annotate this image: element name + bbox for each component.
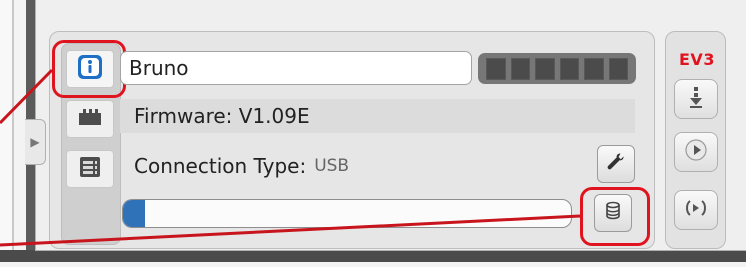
bottom-border-bar (0, 250, 746, 262)
download-button[interactable] (674, 79, 718, 119)
battery-cell (608, 57, 628, 80)
collapse-toggle-button[interactable]: ▶ (25, 119, 46, 165)
list-icon (76, 153, 104, 185)
memory-usage-bar (122, 199, 572, 228)
run-selected-icon (682, 196, 710, 224)
play-icon (684, 138, 708, 166)
brick-name-field[interactable]: Bruno (120, 51, 472, 85)
wireless-setup-button[interactable] (597, 145, 635, 183)
memory-usage-fill (123, 200, 146, 227)
left-workspace-edge (0, 0, 14, 262)
battery-cell (584, 57, 604, 80)
memory-button-callout-outline (580, 187, 650, 246)
download-icon (686, 85, 706, 113)
run-selected-button[interactable] (674, 190, 718, 230)
info-tab-callout-outline (52, 40, 126, 98)
ports-icon (75, 105, 105, 133)
brick-information-panel: ▶ Bruno Firmware: V1.09E Connection Type… (0, 0, 746, 267)
connection-type-label: Connection Type: (134, 154, 307, 178)
firmware-version-label: Firmware: V1.09E (134, 104, 310, 128)
battery-cell (535, 57, 555, 80)
battery-cell (559, 57, 579, 80)
chevron-right-icon: ▶ (30, 135, 40, 149)
wrench-icon (605, 151, 627, 177)
connection-type-row: Connection Type: USB (134, 147, 564, 185)
battery-level-meter (478, 53, 636, 84)
brick-name-value: Bruno (129, 56, 189, 80)
download-and-run-button[interactable] (674, 132, 718, 172)
tab-available-bricks[interactable] (66, 150, 114, 188)
connection-type-value: USB (314, 156, 350, 176)
tab-port-view[interactable] (66, 100, 114, 138)
firmware-version-row: Firmware: V1.09E (120, 99, 635, 133)
battery-cell (486, 57, 506, 80)
battery-cell (510, 57, 530, 80)
ev3-logo: EV3 (679, 50, 715, 69)
